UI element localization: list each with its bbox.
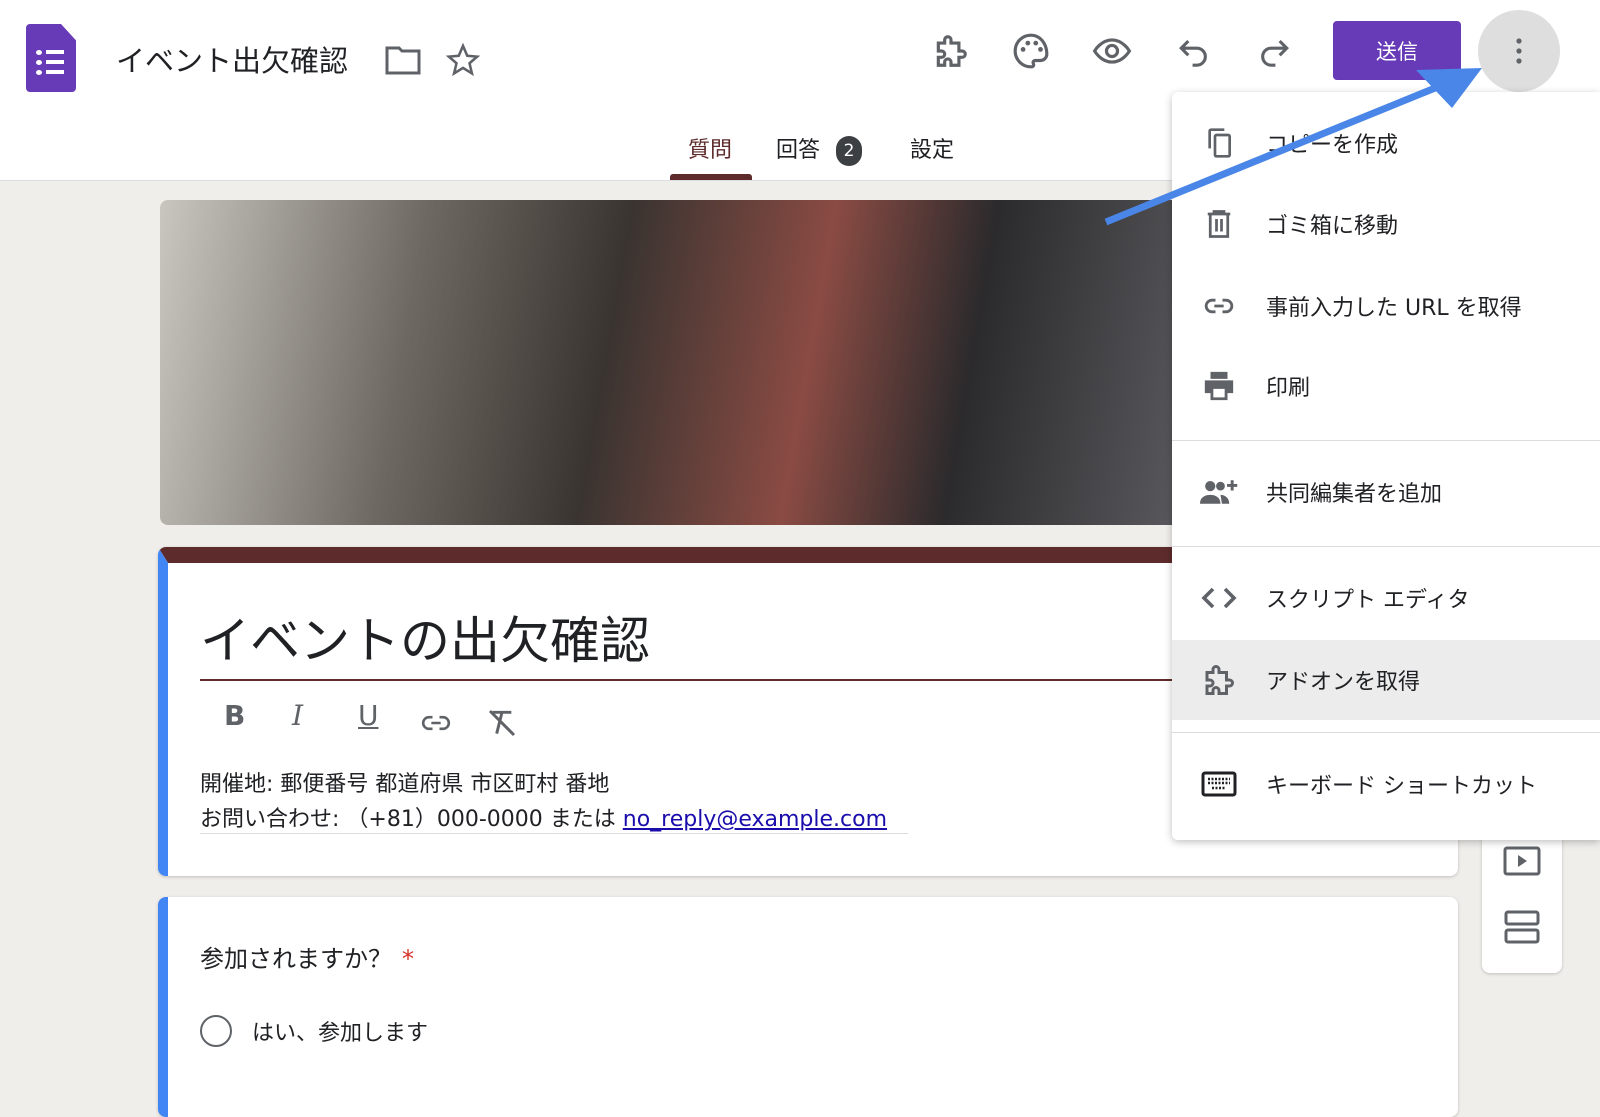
preview-eye-icon[interactable] [1092, 32, 1132, 70]
description-underline [200, 833, 908, 834]
link-icon [1204, 298, 1234, 314]
menu-label: コピーを作成 [1266, 133, 1399, 158]
star-icon[interactable] [446, 43, 480, 77]
tab-questions[interactable]: 質問 [688, 132, 732, 164]
keyboard-icon [1201, 771, 1237, 797]
form-description[interactable]: 開催地: 郵便番号 都道府県 市区町村 番地 お問い合わせ: （+81）000-… [200, 767, 887, 837]
question-card[interactable]: 参加されますか？ * はい、参加します [158, 897, 1458, 1117]
menu-item-move-to-trash[interactable]: ゴミ箱に移動 [1172, 184, 1600, 264]
menu-label: キーボード ショートカット [1266, 774, 1537, 799]
menu-label: 共同編集者を追加 [1266, 482, 1443, 507]
undo-icon[interactable] [1176, 34, 1212, 68]
copy-icon [1208, 128, 1231, 158]
form-title[interactable]: イベントの出欠確認 [200, 601, 650, 673]
underline-button[interactable]: U [358, 699, 379, 732]
more-options-menu: コピーを作成 ゴミ箱に移動 事前入力した URL を取得 印刷 共同編集者を追加… [1172, 92, 1600, 840]
addon-puzzle-icon[interactable] [932, 32, 970, 70]
question-text: 参加されますか？ * [200, 939, 414, 974]
more-vert-icon [1516, 38, 1522, 64]
menu-item-keyboard-shortcuts[interactable]: キーボード ショートカット [1172, 744, 1600, 824]
responses-count-badge: 2 [836, 136, 863, 166]
menu-item-add-collaborators[interactable]: 共同編集者を追加 [1172, 452, 1600, 532]
forms-logo-icon[interactable] [26, 24, 76, 92]
add-section-icon[interactable] [1504, 910, 1540, 944]
trash-icon [1207, 210, 1231, 238]
active-tab-indicator [670, 174, 752, 180]
option-label: はい、参加します [252, 1021, 429, 1046]
add-people-icon [1200, 480, 1238, 504]
send-button[interactable]: 送信 [1333, 21, 1461, 80]
question-label: 参加されますか？ [200, 945, 392, 973]
add-video-icon[interactable] [1503, 846, 1541, 876]
menu-label: 事前入力した URL を取得 [1266, 296, 1522, 321]
tab-responses[interactable]: 回答 2 [776, 132, 863, 166]
tab-responses-label: 回答 [776, 138, 821, 163]
more-options-button[interactable] [1478, 10, 1560, 92]
redo-icon[interactable] [1256, 34, 1292, 68]
menu-item-get-addons[interactable]: アドオンを取得 [1172, 640, 1600, 720]
code-icon [1201, 587, 1237, 609]
menu-label: 印刷 [1266, 376, 1311, 401]
tab-settings[interactable]: 設定 [910, 132, 954, 164]
menu-label: ゴミ箱に移動 [1266, 214, 1399, 239]
insert-link-icon[interactable] [418, 709, 454, 737]
bold-button[interactable]: B [224, 699, 245, 732]
menu-item-make-copy[interactable]: コピーを作成 [1172, 103, 1600, 183]
puzzle-icon [1205, 665, 1234, 695]
menu-divider [1172, 440, 1600, 441]
menu-label: アドオンを取得 [1266, 670, 1421, 695]
description-location: 開催地: 郵便番号 都道府県 市区町村 番地 [200, 772, 610, 797]
description-contact: お問い合わせ: （+81）000-0000 または [200, 807, 623, 832]
menu-item-print[interactable]: 印刷 [1172, 346, 1600, 426]
italic-button[interactable]: I [292, 699, 303, 732]
print-icon [1204, 371, 1234, 401]
menu-divider [1172, 546, 1600, 547]
folder-icon[interactable] [385, 45, 421, 75]
palette-icon[interactable] [1012, 32, 1050, 70]
contact-email-link[interactable]: no_reply@example.com [623, 807, 887, 832]
menu-item-prefilled-url[interactable]: 事前入力した URL を取得 [1172, 266, 1600, 346]
menu-label: スクリプト エディタ [1266, 588, 1470, 613]
required-asterisk: * [402, 945, 414, 973]
clear-formatting-icon[interactable] [486, 707, 518, 739]
menu-item-script-editor[interactable]: スクリプト エディタ [1172, 558, 1600, 638]
menu-divider [1172, 732, 1600, 733]
option-radio[interactable] [200, 1015, 232, 1047]
document-title[interactable]: イベント出欠確認 [116, 38, 348, 80]
